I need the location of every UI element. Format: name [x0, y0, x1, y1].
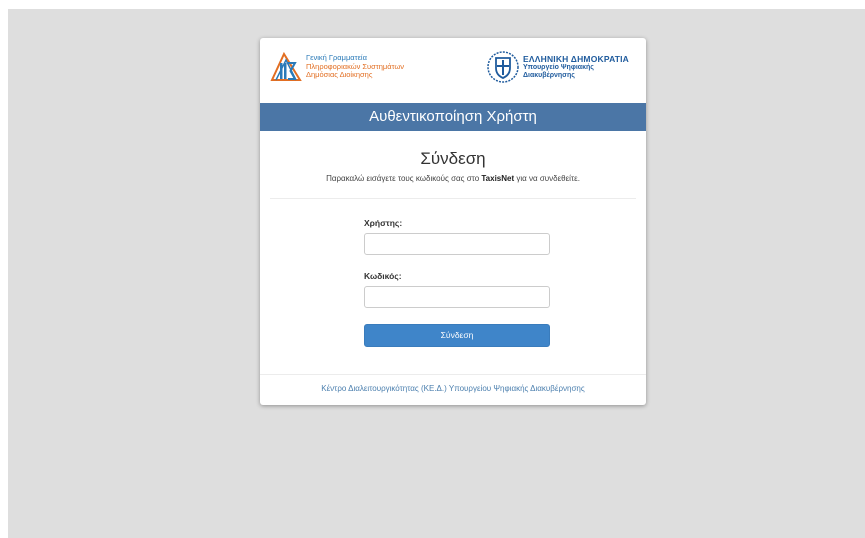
instructions-prefix: Παρακαλώ εισάγετε τους κωδικούς σας στο	[326, 174, 482, 183]
page-background: Γενική Γραμματεία Πληροφοριακών Συστημάτ…	[8, 9, 865, 538]
ministry-line-1: Υπουργείο Ψηφιακής	[523, 64, 594, 71]
instructions-suffix: για να συνδεθείτε.	[514, 174, 580, 183]
login-submit-button[interactable]: Σύνδεση	[364, 324, 550, 347]
username-input[interactable]	[364, 233, 550, 255]
greek-emblem-icon	[486, 50, 520, 84]
gsis-line-3: Δημόσιας Διοίκησης	[306, 70, 373, 80]
section-divider	[270, 198, 636, 199]
login-card: Γενική Γραμματεία Πληροφοριακών Συστημάτ…	[260, 38, 646, 405]
ministry-logo[interactable]: ΕΛΛΗΝΙΚΗ ΔΗΜΟΚΡΑΤΙΑ Υπουργείο Ψηφιακής Δ…	[486, 50, 629, 84]
gsis-logo-text: Γενική Γραμματεία Πληροφοριακών Συστημάτ…	[306, 54, 404, 80]
ministry-line-2: Διακυβέρνησης	[523, 72, 575, 79]
logo-header: Γενική Γραμματεία Πληροφοριακών Συστημάτ…	[260, 38, 646, 103]
page-title: Σύνδεση	[420, 149, 486, 168]
login-form: Χρήστης: Κωδικός: Σύνδεση	[364, 218, 550, 347]
gov-title: ΕΛΛΗΝΙΚΗ ΔΗΜΟΚΡΑΤΙΑ	[523, 54, 630, 64]
gsis-logo[interactable]: Γενική Γραμματεία Πληροφοριακών Συστημάτ…	[270, 52, 404, 82]
gsis-logo-icon	[270, 52, 302, 82]
login-instructions: Παρακαλώ εισάγετε τους κωδικούς σας στο …	[260, 174, 646, 183]
ministry-logo-text: ΕΛΛΗΝΙΚΗ ΔΗΜΟΚΡΑΤΙΑ Υπουργείο Ψηφιακής Δ…	[523, 54, 629, 80]
username-label: Χρήστης:	[364, 218, 403, 228]
footer-link[interactable]: Κέντρο Διαλειτουργικότητας (ΚΕ.Δ.) Υπουρ…	[260, 374, 646, 405]
instructions-brand: TaxisNet	[481, 174, 515, 183]
password-label: Κωδικός:	[364, 271, 402, 281]
auth-banner: Αυθεντικοποίηση Χρήστη	[260, 103, 646, 131]
password-input[interactable]	[364, 286, 550, 308]
